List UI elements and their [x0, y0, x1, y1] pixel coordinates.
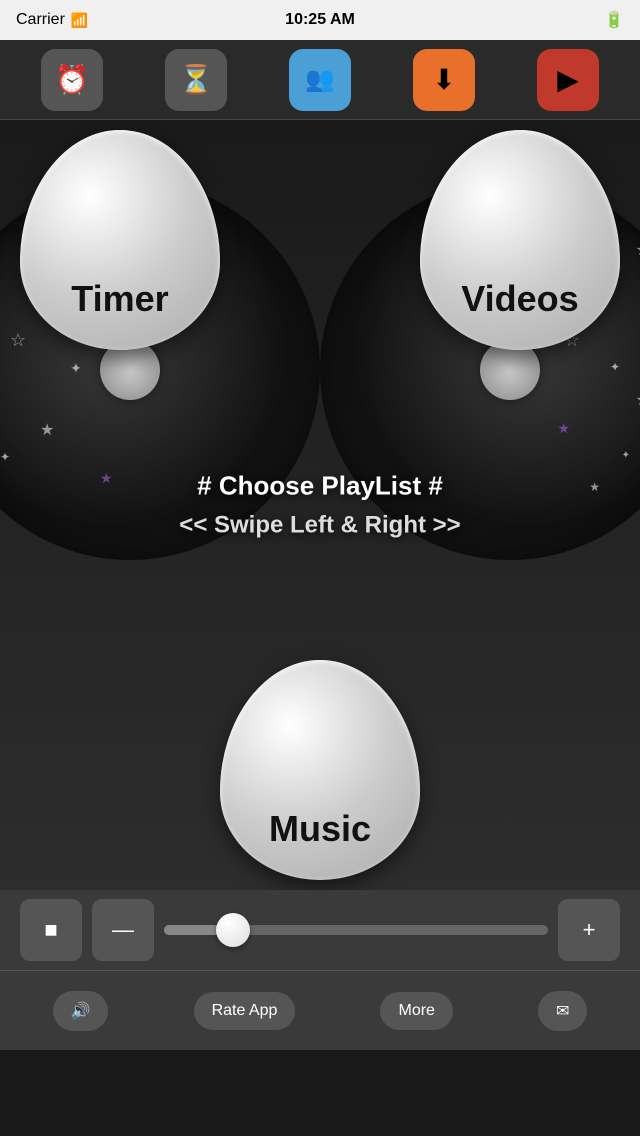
bottom-toolbar: 🔊 Rate App More ✉ — [0, 970, 640, 1050]
download-icon: ⬇ — [432, 63, 455, 96]
toolbar-timer-button[interactable]: ⏳ — [165, 49, 227, 111]
timer-drop-shape: Timer — [20, 130, 220, 350]
more-button[interactable]: More — [380, 992, 452, 1030]
music-drop-shape: Music — [220, 660, 420, 880]
email-icon: ✉ — [556, 1001, 569, 1021]
controls-bar: ■ — + — [0, 890, 640, 970]
email-button[interactable]: ✉ — [538, 991, 587, 1031]
slider-thumb[interactable] — [216, 913, 250, 947]
toolbar: ⏰ ⏳ 👥 ⬇ ▶ — [0, 40, 640, 120]
timer-drop-button[interactable]: Timer — [20, 130, 220, 350]
status-left: Carrier 📶 — [16, 11, 88, 29]
alarm-icon: ⏰ — [55, 63, 90, 96]
battery-icon: 🔋 — [604, 10, 624, 30]
plus-icon: + — [583, 917, 596, 943]
videos-drop-button[interactable]: Videos — [420, 130, 620, 350]
carrier-text: Carrier — [16, 11, 65, 29]
hourglass-icon: ⏳ — [179, 63, 214, 96]
volume-icon: 🔊 — [71, 1001, 91, 1021]
rate-app-label: Rate App — [212, 1002, 278, 1020]
progress-slider[interactable] — [164, 925, 548, 935]
minus-icon: — — [112, 917, 134, 943]
volume-button[interactable]: 🔊 — [53, 991, 109, 1031]
group-icon: 👥 — [305, 65, 335, 94]
videos-drop-label: Videos — [420, 278, 620, 320]
video-icon: ▶ — [557, 63, 579, 96]
music-drop-label: Music — [220, 808, 420, 850]
music-drop-button[interactable]: Music — [220, 660, 420, 880]
toolbar-video-button[interactable]: ▶ — [537, 49, 599, 111]
wifi-icon: 📶 — [71, 12, 88, 29]
toolbar-download-button[interactable]: ⬇ — [413, 49, 475, 111]
minus-button[interactable]: — — [92, 899, 154, 961]
stop-icon: ■ — [44, 917, 57, 943]
plus-button[interactable]: + — [558, 899, 620, 961]
main-content: ✦ ★ ★ ✦ ☆ ★ ✦ ★ ★ ✦ ★ ★ ★ ✦ ☆ ★ ✦ ★ ★ ✦ … — [0, 120, 640, 890]
timer-drop-label: Timer — [20, 278, 220, 320]
videos-drop-shape: Videos — [420, 130, 620, 350]
more-label: More — [398, 1002, 434, 1020]
status-time: 10:25 AM — [285, 11, 355, 29]
status-bar: Carrier 📶 10:25 AM 🔋 — [0, 0, 640, 40]
toolbar-group-button[interactable]: 👥 — [289, 49, 351, 111]
stop-button[interactable]: ■ — [20, 899, 82, 961]
status-right: 🔋 — [604, 10, 624, 30]
toolbar-alarm-button[interactable]: ⏰ — [41, 49, 103, 111]
rate-app-button[interactable]: Rate App — [194, 992, 296, 1030]
